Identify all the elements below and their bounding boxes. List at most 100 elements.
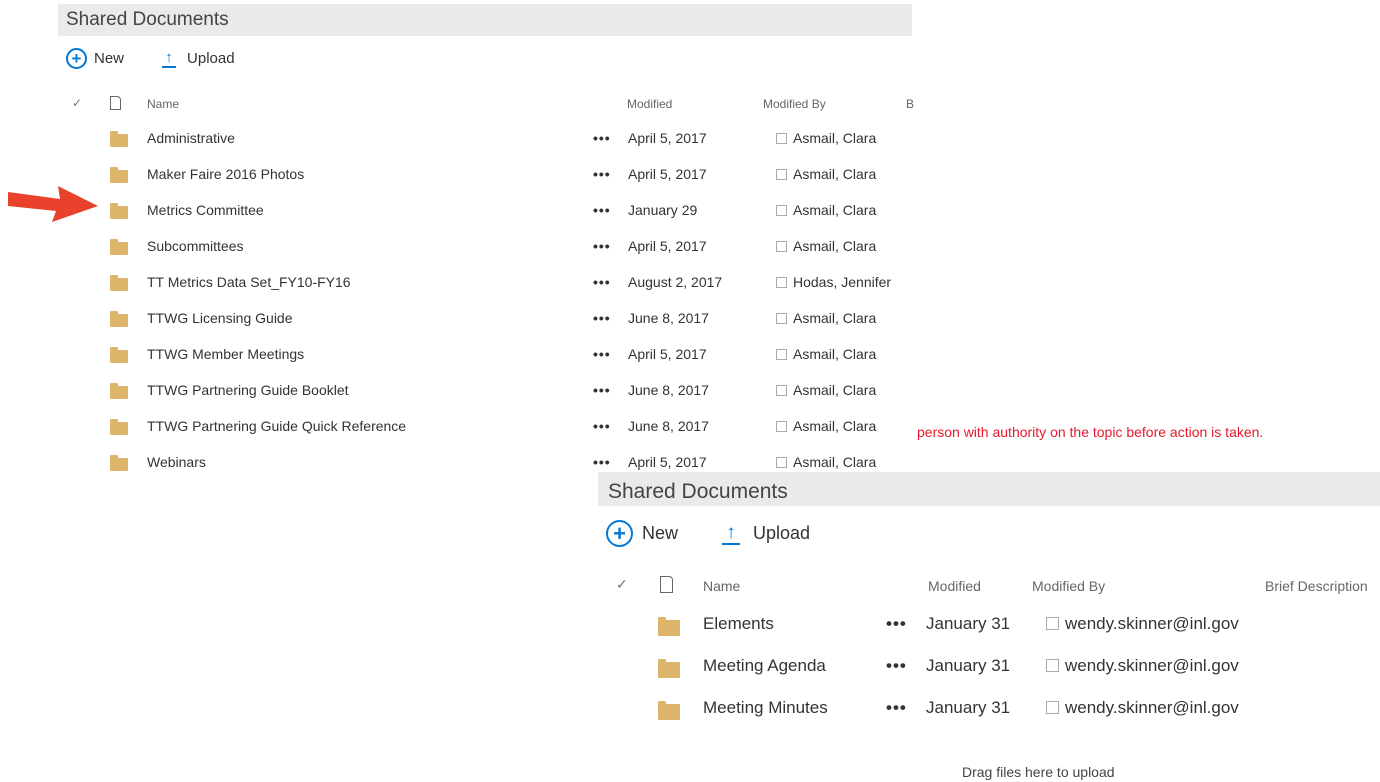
item-name[interactable]: Meeting Minutes <box>703 698 828 718</box>
item-modified-by[interactable]: Asmail, Clara <box>776 166 876 182</box>
page-title: Shared Documents <box>58 4 912 36</box>
new-button[interactable]: + New <box>66 48 124 69</box>
item-modified-by[interactable]: Asmail, Clara <box>776 130 876 146</box>
column-header-cut-off[interactable]: B <box>906 97 914 111</box>
ellipsis-icon[interactable]: ••• <box>886 698 907 718</box>
list-item[interactable]: Metrics Committee ••• January 29 Asmail, Cl… <box>0 193 912 229</box>
column-header-row: ✓ Name Modified Modified By B <box>0 96 914 114</box>
list-item[interactable]: TT Metrics Data Set_FY10-FY16 ••• August 2… <box>0 265 912 301</box>
item-name[interactable]: Elements <box>703 614 774 634</box>
item-modified-by[interactable]: Asmail, Clara <box>776 382 876 398</box>
person-icon <box>776 313 787 324</box>
modified-by-name: Asmail, Clara <box>793 418 877 434</box>
item-modified: April 5, 2017 <box>628 130 707 146</box>
item-name[interactable]: TTWG Licensing Guide <box>147 310 293 326</box>
red-arrow-icon <box>8 186 98 222</box>
column-header-brief-description[interactable]: Brief Description <box>1265 578 1368 594</box>
item-modified-by[interactable]: Asmail, Clara <box>776 202 876 218</box>
upload-button[interactable]: ↑ Upload <box>162 49 235 68</box>
item-name[interactable]: TT Metrics Data Set_FY10-FY16 <box>147 274 351 290</box>
column-header-row: ✓ Name Modified Modified By Brief Descri… <box>592 576 1380 596</box>
warning-text: person with authority on the topic befor… <box>917 424 1264 440</box>
column-header-name[interactable]: Name <box>703 578 740 594</box>
person-icon <box>776 385 787 396</box>
item-modified-by[interactable]: Asmail, Clara <box>776 418 876 434</box>
item-name[interactable]: Subcommittees <box>147 238 243 254</box>
column-header-name[interactable]: Name <box>147 97 179 111</box>
list-item[interactable]: Subcommittees ••• April 5, 2017 Asmail, Cla… <box>0 229 912 265</box>
drag-upload-hint: Drag files here to upload <box>962 764 1115 780</box>
item-name[interactable]: Meeting Agenda <box>703 656 826 676</box>
list-item[interactable]: Administrative ••• April 5, 2017 Asmail, Cl… <box>0 121 912 157</box>
new-button[interactable]: + New <box>606 520 678 547</box>
column-header-modified[interactable]: Modified <box>627 97 672 111</box>
item-modified: June 8, 2017 <box>628 382 709 398</box>
item-name[interactable]: Maker Faire 2016 Photos <box>147 166 304 182</box>
item-modified: April 5, 2017 <box>628 454 707 470</box>
item-name[interactable]: TTWG Partnering Guide Quick Reference <box>147 418 406 434</box>
file-type-header[interactable] <box>110 96 121 113</box>
item-modified: August 2, 2017 <box>628 274 723 290</box>
folder-icon <box>110 455 128 471</box>
item-modified-by[interactable]: Asmail, Clara <box>776 454 876 470</box>
ellipsis-icon[interactable]: ••• <box>593 166 611 182</box>
column-header-modified[interactable]: Modified <box>928 578 981 594</box>
upload-button[interactable]: ↑ Upload <box>722 522 810 545</box>
item-modified-by[interactable]: wendy.skinner@inl.gov <box>1046 614 1239 634</box>
item-modified-by[interactable]: Asmail, Clara <box>776 346 876 362</box>
list-item[interactable]: TTWG Partnering Guide Quick Reference •••… <box>0 409 912 445</box>
ellipsis-icon[interactable]: ••• <box>593 382 611 398</box>
list-item[interactable]: Meeting Minutes ••• January 31 wendy.skinne… <box>592 688 1380 730</box>
select-all-checkmark-icon[interactable]: ✓ <box>72 96 82 110</box>
item-name[interactable]: Administrative <box>147 130 235 146</box>
page-title: Shared Documents <box>598 472 1380 506</box>
list-item[interactable]: Elements ••• January 31 wendy.skinner@inl.g… <box>592 604 1380 646</box>
select-all-checkmark-icon[interactable]: ✓ <box>616 576 628 593</box>
item-name[interactable]: Metrics Committee <box>147 202 264 218</box>
modified-by-name: wendy.skinner@inl.gov <box>1065 656 1239 675</box>
item-modified: January 29 <box>628 202 698 218</box>
item-name[interactable]: TTWG Partnering Guide Booklet <box>147 382 349 398</box>
ellipsis-icon[interactable]: ••• <box>593 202 611 218</box>
column-header-modified-by[interactable]: Modified By <box>1032 578 1105 594</box>
list-item[interactable]: Meeting Agenda ••• January 31 wendy.skinner… <box>592 646 1380 688</box>
item-name[interactable]: Webinars <box>147 454 206 470</box>
ellipsis-icon[interactable]: ••• <box>593 418 611 434</box>
command-bar: + New ↑ Upload <box>66 48 235 69</box>
ellipsis-icon[interactable]: ••• <box>886 656 907 676</box>
item-modified: June 8, 2017 <box>628 418 709 434</box>
person-icon <box>776 241 787 252</box>
folder-icon <box>110 419 128 435</box>
list-item[interactable]: TTWG Partnering Guide Booklet ••• June 8, … <box>0 373 912 409</box>
new-label: New <box>642 523 679 543</box>
ellipsis-icon[interactable]: ••• <box>593 130 611 146</box>
person-icon <box>776 349 787 360</box>
item-modified-by[interactable]: wendy.skinner@inl.gov <box>1046 698 1239 718</box>
folder-icon <box>110 167 128 183</box>
person-icon <box>1046 659 1059 672</box>
list-item[interactable]: Maker Faire 2016 Photos ••• April 5, 2017 A… <box>0 157 912 193</box>
ellipsis-icon[interactable]: ••• <box>593 274 611 290</box>
folder-icon <box>110 131 128 147</box>
item-modified-by[interactable]: wendy.skinner@inl.gov <box>1046 656 1239 676</box>
modified-by-name: Asmail, Clara <box>793 130 877 146</box>
ellipsis-icon[interactable]: ••• <box>886 614 907 634</box>
file-type-header[interactable] <box>660 576 673 596</box>
item-modified-by[interactable]: Hodas, Jennifer <box>776 274 891 290</box>
person-icon <box>776 133 787 144</box>
ellipsis-icon[interactable]: ••• <box>593 346 611 362</box>
folder-icon <box>110 347 128 363</box>
list-item[interactable]: TTWG Member Meetings ••• April 5, 2017 Asma… <box>0 337 912 373</box>
item-name[interactable]: TTWG Member Meetings <box>147 346 304 362</box>
modified-by-name: Asmail, Clara <box>793 454 877 470</box>
item-modified-by[interactable]: Asmail, Clara <box>776 238 876 254</box>
list-item[interactable]: TTWG Licensing Guide ••• June 8, 2017 Asmai… <box>0 301 912 337</box>
column-header-modified-by[interactable]: Modified By <box>763 97 826 111</box>
ellipsis-icon[interactable]: ••• <box>593 238 611 254</box>
ellipsis-icon[interactable]: ••• <box>593 310 611 326</box>
item-modified-by[interactable]: Asmail, Clara <box>776 310 876 326</box>
upload-arrow-icon: ↑ <box>162 49 177 68</box>
ellipsis-icon[interactable]: ••• <box>593 454 611 470</box>
person-icon <box>776 169 787 180</box>
shared-documents-panel-top: Shared Documents + New ↑ Upload ✓ Name M… <box>0 0 914 487</box>
